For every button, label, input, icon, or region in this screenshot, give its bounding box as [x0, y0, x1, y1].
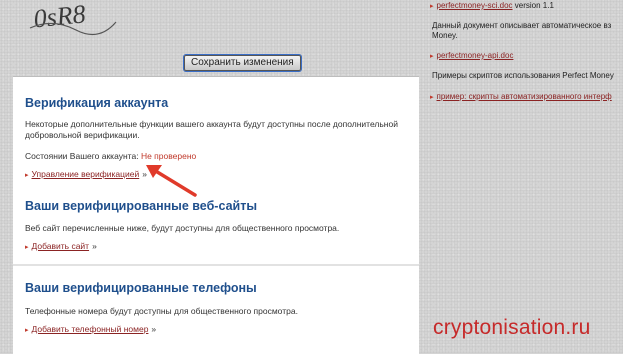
captcha-image: 0sR8: [29, 0, 117, 36]
api-doc-link[interactable]: perfectmoney-api.doc: [437, 51, 514, 60]
sci-doc-version: version 1.1: [512, 1, 554, 10]
captcha-text: 0sR8: [32, 0, 87, 33]
add-website-row: ▸ Добавить сайт»: [25, 241, 97, 251]
bullet-icon: ▸: [25, 244, 29, 251]
sci-doc-link[interactable]: perfectmoney-sci.doc: [437, 1, 513, 10]
raquo-icon: »: [92, 241, 97, 251]
doc-item-example: ▸ пример: скрипты автоматизированного инт…: [430, 92, 612, 103]
section-divider: [13, 264, 419, 266]
doc-item-sci: ▸ perfectmoney-sci.doc version 1.1: [430, 1, 554, 12]
manage-verification-row: ▸ Управление верификацией»: [25, 169, 147, 179]
add-phone-row: ▸ Добавить телефонный номер»: [25, 324, 156, 334]
raquo-icon: »: [151, 324, 157, 334]
save-changes-button[interactable]: Сохранить изменения: [184, 55, 301, 71]
phones-description: Телефонные номера будут доступны для общ…: [25, 306, 298, 316]
bullet-icon: ▸: [430, 3, 434, 10]
doc-item-api: ▸ perfectmoney-api.doc: [430, 51, 513, 62]
bullet-icon: ▸: [25, 172, 29, 179]
verification-panel: Верификация аккаунта Некоторые дополните…: [13, 76, 419, 354]
bullet-icon: ▸: [430, 53, 434, 60]
websites-description: Веб сайт перечисленные ниже, будут досту…: [25, 223, 340, 233]
verification-title: Верификация аккаунта: [25, 96, 169, 110]
annotation-arrow-icon: [146, 165, 197, 197]
manage-verification-link[interactable]: Управление верификацией: [32, 169, 140, 179]
bullet-icon: ▸: [25, 327, 29, 334]
example-scripts-link[interactable]: пример: скрипты автоматизированного инте…: [437, 92, 612, 101]
websites-title: Ваши верифицированные веб-сайты: [25, 199, 258, 213]
add-website-link[interactable]: Добавить сайт: [32, 241, 90, 251]
scripts-description: Примеры скриптов использования Perfect M…: [432, 71, 614, 80]
verification-description: Некоторые дополнительные функции вашего …: [25, 119, 398, 140]
sci-doc-description-1: Данный документ описывает автоматическое…: [432, 21, 612, 30]
watermark-text: cryptonisation.ru: [433, 316, 591, 339]
sci-doc-description-2: Money.: [432, 31, 458, 40]
add-phone-link[interactable]: Добавить телефонный номер: [32, 324, 149, 334]
phones-title: Ваши верифицированные телефоны: [25, 281, 257, 295]
account-status-label: Состоянии Вашего аккаунта:: [25, 151, 139, 161]
bullet-icon: ▸: [430, 94, 434, 101]
